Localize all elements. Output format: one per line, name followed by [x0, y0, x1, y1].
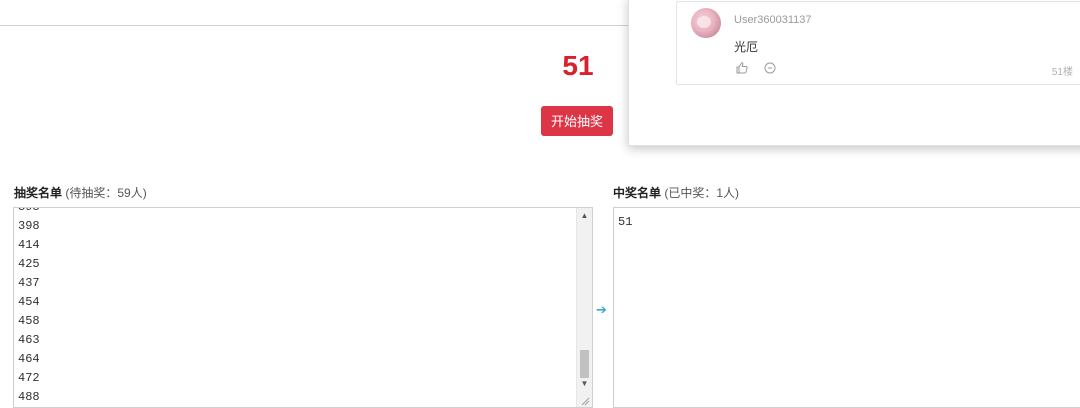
draw-list-entries: 393 398 414 425 437 454 458 463 464 472 …	[18, 207, 40, 407]
thumbs-up-icon[interactable]	[735, 61, 749, 75]
draw-list-label: 抽奖名单 (待抽奖：59人)	[14, 184, 147, 201]
comment-card: User360031137 光厄 51楼	[676, 1, 1080, 85]
comment-username[interactable]: User360031137	[734, 14, 811, 26]
list-item: 454	[18, 295, 40, 309]
resize-grip-icon[interactable]	[580, 396, 590, 406]
list-item: 437	[18, 276, 40, 290]
list-item: 414	[18, 238, 40, 252]
draw-list-title: 抽奖名单	[14, 186, 63, 200]
list-item: 464	[18, 352, 40, 366]
floor-number: 51楼	[1051, 67, 1073, 78]
list-item: 398	[18, 219, 40, 233]
list-item: 463	[18, 333, 40, 347]
list-item: 51	[618, 215, 633, 229]
draw-list-textarea[interactable]: 393 398 414 425 437 454 458 463 464 472 …	[13, 207, 593, 408]
lottery-page: 51 开始抽奖 User360031137 光厄 51楼 抽奖名单 (待抽奖：5	[0, 0, 1080, 408]
list-item: 488	[18, 390, 40, 404]
winner-list-count: (已中奖：1人)	[664, 186, 740, 200]
draw-list-count: (待抽奖：59人)	[65, 186, 147, 200]
scroll-down-arrow-icon[interactable]: ▼	[580, 379, 589, 389]
start-draw-button[interactable]: 开始抽奖	[541, 106, 613, 136]
header-divider	[0, 25, 640, 26]
avatar[interactable]	[691, 8, 721, 38]
comment-text: 光厄	[734, 40, 759, 54]
scroll-up-arrow-icon[interactable]: ▲	[580, 211, 589, 221]
vertical-scrollbar[interactable]: ▲ ▼	[576, 208, 592, 407]
winner-list-title: 中奖名单	[613, 186, 662, 200]
winner-list-label: 中奖名单 (已中奖：1人)	[613, 184, 739, 201]
winner-list-textarea[interactable]: 51	[613, 207, 1080, 408]
comment-popup: User360031137 光厄 51楼	[628, 0, 1080, 146]
winner-number: 51	[562, 50, 594, 81]
winner-list-entries: 51	[618, 213, 632, 232]
list-item: 393	[18, 207, 40, 214]
list-item: 458	[18, 314, 40, 328]
list-item: 425	[18, 257, 40, 271]
arrow-right-icon: ➔	[596, 302, 607, 317]
reply-icon[interactable]	[763, 61, 777, 75]
list-item: 472	[18, 371, 40, 385]
scrollbar-thumb[interactable]	[580, 350, 589, 378]
